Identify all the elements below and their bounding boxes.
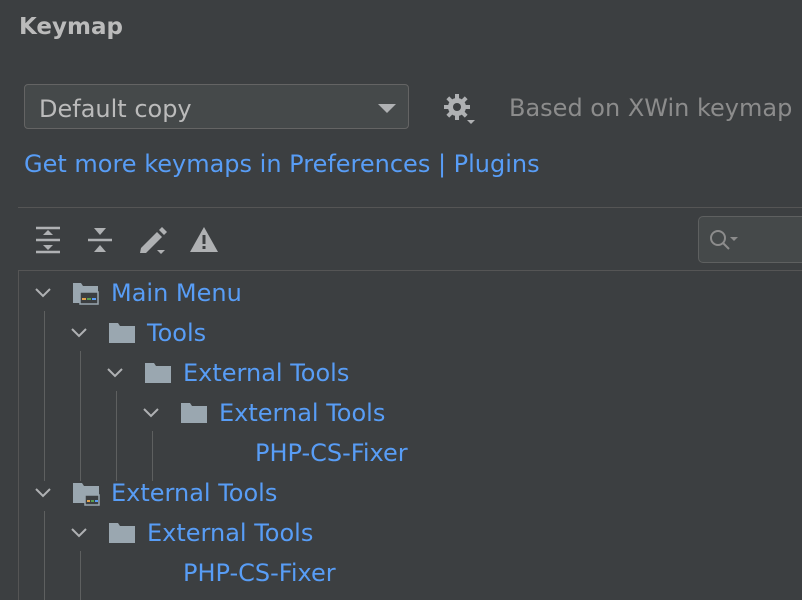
tree-node-label: Tools <box>147 319 207 347</box>
keymap-tree: Main Menu Tools External Tools External … <box>18 270 802 600</box>
tree-node-php-cs-fixer[interactable]: PHP-CS-Fixer <box>19 553 799 593</box>
keymap-select-value: Default copy <box>39 95 192 123</box>
tree-node-label: PHP-CS-Fixer <box>183 559 336 587</box>
chevron-down-icon[interactable] <box>105 363 125 383</box>
tree-node-label: External Tools <box>147 519 314 547</box>
tree-node-label: PHP-CS-Fixer <box>255 439 408 467</box>
chevron-down-icon[interactable] <box>69 523 89 543</box>
search-input[interactable] <box>698 216 802 263</box>
tree-node-external-tools-root[interactable]: External Tools <box>19 473 799 513</box>
tree-node-main-menu[interactable]: Main Menu <box>19 273 799 313</box>
chevron-down-icon[interactable] <box>141 403 161 423</box>
tree-node-external-tools[interactable]: External Tools <box>19 353 799 393</box>
external-tools-icon <box>73 483 100 506</box>
tree-node-php-cs-fixer[interactable]: PHP-CS-Fixer <box>19 433 799 473</box>
tree-node-label: Main Menu <box>111 279 242 307</box>
separator <box>18 207 802 208</box>
chevron-down-icon[interactable] <box>69 323 89 343</box>
keymap-select[interactable]: Default copy <box>24 84 409 129</box>
plugins-link[interactable]: Get more keymaps in Preferences | Plugin… <box>24 150 540 178</box>
based-on-label: Based on XWin keymap <box>509 94 793 122</box>
keymap-settings-panel: Keymap Default copy Based on XWin keymap… <box>0 0 802 600</box>
tree-node-tools[interactable]: Tools <box>19 313 799 353</box>
conflicts-warning-icon[interactable] <box>188 224 220 256</box>
tree-node-label: External Tools <box>111 479 278 507</box>
gear-icon[interactable] <box>442 93 478 127</box>
chevron-down-icon <box>378 104 396 113</box>
main-menu-icon <box>73 283 99 305</box>
tree-node-external-tools[interactable]: External Tools <box>19 513 799 553</box>
folder-icon <box>109 523 135 543</box>
collapse-all-icon[interactable] <box>85 224 117 256</box>
chevron-down-icon[interactable] <box>33 483 53 503</box>
folder-icon <box>181 403 207 423</box>
tree-node-label: External Tools <box>219 399 386 427</box>
chevron-down-icon[interactable] <box>33 283 53 303</box>
folder-icon <box>145 363 171 383</box>
expand-all-icon[interactable] <box>33 224 65 256</box>
edit-icon[interactable] <box>137 224 169 256</box>
folder-icon <box>109 323 135 343</box>
page-title: Keymap <box>19 14 123 40</box>
tree-node-label: External Tools <box>183 359 350 387</box>
search-icon <box>710 230 738 250</box>
tree-node-external-tools[interactable]: External Tools <box>19 393 799 433</box>
